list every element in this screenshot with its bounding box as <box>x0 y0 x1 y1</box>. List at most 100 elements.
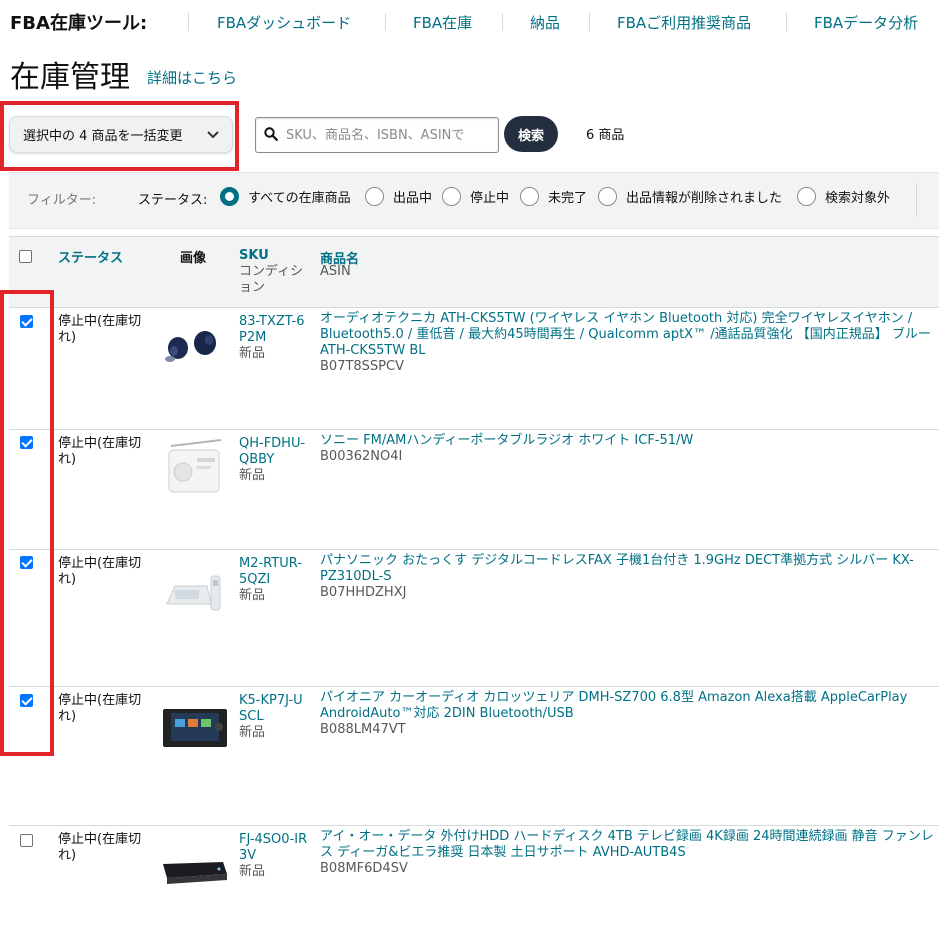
nav-divider <box>385 13 386 31</box>
table-row: 停止中(在庫切れ) 83-TXZT-6P2M 新品 オーディオテクニカ ATH-… <box>9 308 939 430</box>
row-sku: K5-KP7J-USCL 新品 <box>239 693 309 741</box>
nav-divider <box>786 13 787 31</box>
nav-shipments[interactable]: 納品 <box>530 12 560 33</box>
radio-inactive[interactable]: 停止中 <box>442 187 509 206</box>
sku-value[interactable]: K5-KP7J-USCL <box>239 693 303 724</box>
product-name-link[interactable]: パナソニック おたっくす デジタルコードレスFAX 子機1台付き 1.9GHz … <box>320 553 914 584</box>
earbuds-image[interactable] <box>161 318 227 378</box>
radio-active[interactable]: 出品中 <box>365 187 432 206</box>
table-row: 停止中(在庫切れ) K5-KP7J-USCL 新品 パイオニア カーオーディオ … <box>9 687 939 826</box>
nav-divider <box>188 13 189 31</box>
radio-button[interactable] <box>797 187 816 206</box>
filter-label: フィルター: <box>27 193 97 208</box>
condition-value: 新品 <box>239 725 266 740</box>
product-name-link[interactable]: パイオニア カーオーディオ カロッツェリア DMH-SZ700 6.8型 Ama… <box>320 690 907 721</box>
detail-link[interactable]: 詳細はこちら <box>147 67 237 88</box>
row-checkbox[interactable] <box>20 694 33 707</box>
asin-value: B07T8SSPCV <box>320 359 404 374</box>
asin-value: B00362NO4I <box>320 449 403 464</box>
condition-value: 新品 <box>239 346 266 361</box>
sku-value[interactable]: QH-FDHU-QBBY <box>239 436 305 467</box>
hdd-image[interactable] <box>161 842 227 902</box>
car-audio-image[interactable] <box>161 699 227 759</box>
row-status: 停止中(在庫切れ) <box>58 832 142 863</box>
header-status[interactable]: ステータス <box>58 247 123 266</box>
product-name-link[interactable]: ソニー FM/AMハンディーポータブルラジオ ホワイト ICF-51/W <box>320 433 693 448</box>
table-row: 停止中(在庫切れ) QH-FDHU-QBBY 新品 ソニー FM/AMハンディー… <box>9 430 939 550</box>
nav-fba-dashboard[interactable]: FBAダッシュボード <box>217 12 351 33</box>
radio-label: 停止中 <box>470 191 510 206</box>
sku-value[interactable]: M2-RTUR-5QZI <box>239 556 302 587</box>
radio-button[interactable] <box>598 187 617 206</box>
header-condition: コンディション <box>239 264 304 295</box>
row-status: 停止中(在庫切れ) <box>58 693 142 724</box>
nav-data-analysis[interactable]: FBAデータ分析 <box>814 12 918 33</box>
header-sku[interactable]: SKU <box>239 248 269 263</box>
row-product: アイ・オー・データ 外付けHDD ハードディスク 4TB テレビ録画 4K録画 … <box>320 829 935 877</box>
radio-listing-removed[interactable]: 出品情報が削除されました <box>598 187 782 206</box>
nav-divider <box>589 13 590 31</box>
radio-search-suppressed[interactable]: 検索対象外 <box>797 187 890 206</box>
radio-label: 出品情報が削除されました <box>626 191 783 206</box>
radio-label: 検索対象外 <box>825 191 891 206</box>
radio-button[interactable] <box>365 187 384 206</box>
table-header: ステータス 画像 SKU コンディション 商品名 ASIN <box>9 236 939 308</box>
filter-bar: フィルター: ステータス: すべての在庫商品 出品中 停止中 未完了 出品情報が… <box>9 172 939 229</box>
table-row: 停止中(在庫切れ) M2-RTUR-5QZI 新品 パナソニック おたっくす デ… <box>9 550 939 687</box>
top-nav: FBA在庫ツール: FBAダッシュボード FBA在庫 納品 FBAご利用推奨商品… <box>0 0 939 44</box>
item-count: 6 商品 <box>586 128 625 143</box>
condition-value: 新品 <box>239 468 266 483</box>
brand-label: FBA在庫ツール: <box>10 13 148 34</box>
radio-button-selected[interactable] <box>220 187 239 206</box>
search-field[interactable] <box>255 117 499 153</box>
row-status: 停止中(在庫切れ) <box>58 314 142 345</box>
radio-label: すべての在庫商品 <box>248 191 351 206</box>
bulk-action-label: 選択中の 4 商品を一括変更 <box>23 129 183 144</box>
nav-fba-inventory[interactable]: FBA在庫 <box>413 12 472 33</box>
row-checkbox[interactable] <box>20 315 33 328</box>
select-all-checkbox[interactable] <box>19 250 32 263</box>
row-checkbox[interactable] <box>20 436 33 449</box>
nav-divider <box>502 13 503 31</box>
product-name-link[interactable]: オーディオテクニカ ATH-CKS5TW (ワイヤレス イヤホン Bluetoo… <box>320 311 931 358</box>
sku-value[interactable]: FJ-4SO0-IR3V <box>239 832 307 863</box>
row-sku: 83-TXZT-6P2M 新品 <box>239 314 309 362</box>
radio-label: 未完了 <box>548 191 588 206</box>
asin-value: B07HHDZHXJ <box>320 585 407 600</box>
header-asin: ASIN <box>320 264 351 279</box>
condition-value: 新品 <box>239 864 266 879</box>
row-checkbox[interactable] <box>20 834 33 847</box>
row-sku: FJ-4SO0-IR3V 新品 <box>239 832 309 880</box>
chevron-down-icon <box>206 125 220 149</box>
row-status: 停止中(在庫切れ) <box>58 436 142 467</box>
sku-value[interactable]: 83-TXZT-6P2M <box>239 314 305 345</box>
radio-button[interactable] <box>520 187 539 206</box>
row-checkbox[interactable] <box>20 556 33 569</box>
row-product: オーディオテクニカ ATH-CKS5TW (ワイヤレス イヤホン Bluetoo… <box>320 311 935 375</box>
status-filter-label: ステータス: <box>138 193 208 208</box>
asin-value: B088LM47VT <box>320 722 406 737</box>
nav-recommended-products[interactable]: FBAご利用推奨商品 <box>617 12 751 33</box>
radio-all-inventory[interactable]: すべての在庫商品 <box>220 187 351 206</box>
table-row: 停止中(在庫切れ) FJ-4SO0-IR3V 新品 アイ・オー・データ 外付けH… <box>9 826 939 937</box>
search-button[interactable]: 検索 <box>504 116 558 152</box>
row-product: ソニー FM/AMハンディーポータブルラジオ ホワイト ICF-51/W B00… <box>320 433 935 465</box>
product-name-link[interactable]: アイ・オー・データ 外付けHDD ハードディスク 4TB テレビ録画 4K録画 … <box>320 829 934 860</box>
row-sku: QH-FDHU-QBBY 新品 <box>239 436 309 484</box>
filter-divider <box>916 183 917 217</box>
radio-image[interactable] <box>161 436 227 496</box>
row-product: パナソニック おたっくす デジタルコードレスFAX 子機1台付き 1.9GHz … <box>320 553 935 601</box>
search-icon <box>264 126 278 145</box>
header-image: 画像 <box>180 251 207 266</box>
row-status: 停止中(在庫切れ) <box>58 556 142 587</box>
row-sku: M2-RTUR-5QZI 新品 <box>239 556 309 604</box>
radio-incomplete[interactable]: 未完了 <box>520 187 587 206</box>
fax-image[interactable] <box>161 560 227 620</box>
radio-button[interactable] <box>442 187 461 206</box>
row-product: パイオニア カーオーディオ カロッツェリア DMH-SZ700 6.8型 Ama… <box>320 690 935 738</box>
condition-value: 新品 <box>239 588 266 603</box>
page-title: 在庫管理 <box>10 60 130 95</box>
bulk-action-dropdown[interactable]: 選択中の 4 商品を一括変更 <box>9 116 233 153</box>
search-input[interactable] <box>284 126 484 144</box>
radio-label: 出品中 <box>393 191 433 206</box>
